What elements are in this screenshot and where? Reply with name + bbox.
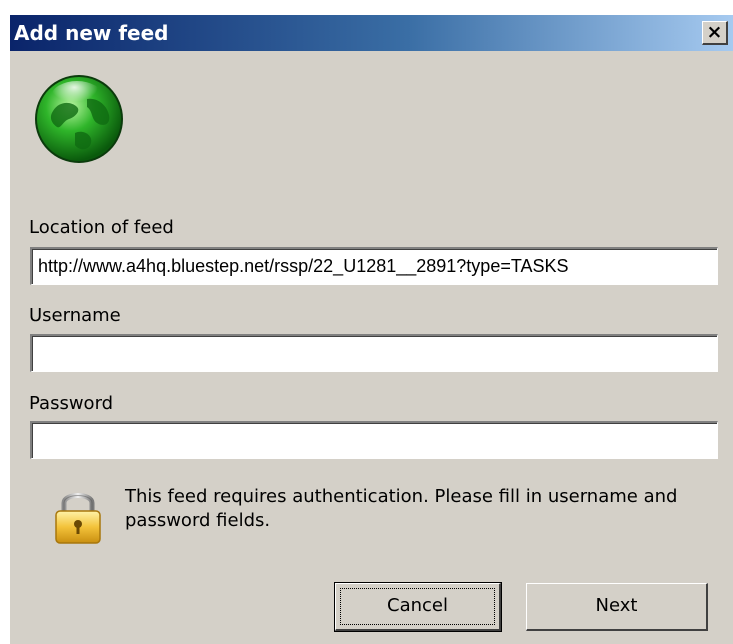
username-input[interactable] [30, 334, 718, 372]
username-label: Username [29, 305, 121, 326]
globe-icon [35, 75, 123, 163]
password-label: Password [29, 393, 114, 414]
close-icon: × [706, 21, 723, 43]
focus-rectangle [340, 588, 495, 625]
close-button[interactable]: × [702, 21, 728, 45]
add-feed-dialog: Add new feed × Location of feed Username… [9, 14, 733, 644]
cancel-button[interactable]: Cancel [334, 582, 502, 632]
padlock-icon [55, 493, 101, 544]
title-bar[interactable]: Add new feed × [10, 15, 733, 51]
next-button[interactable]: Next [526, 583, 708, 631]
location-label: Location of feed [29, 217, 174, 238]
feed-location-input[interactable] [30, 247, 718, 285]
authentication-message: This feed requires authentication. Pleas… [125, 486, 678, 531]
dialog-title: Add new feed [14, 21, 169, 45]
next-button-label: Next [595, 595, 638, 616]
password-input[interactable] [30, 421, 718, 459]
